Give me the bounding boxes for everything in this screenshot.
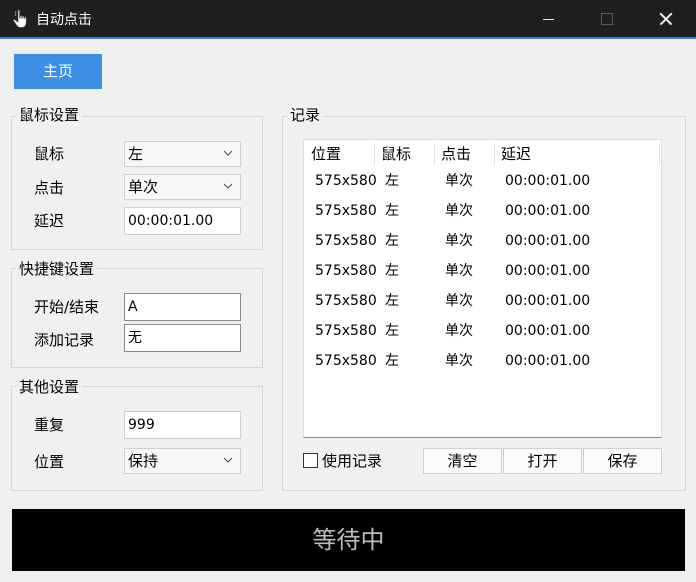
- maximize-button[interactable]: [578, 0, 636, 38]
- cell-delay: 00:00:01.00: [505, 233, 591, 249]
- cell-click: 单次: [445, 353, 473, 369]
- title-accent-line: [0, 37, 696, 39]
- minimize-button[interactable]: [520, 0, 578, 38]
- use-records-checkbox[interactable]: [303, 453, 318, 468]
- cell-mouse: 左: [385, 323, 399, 339]
- mouse-settings-title: 鼠标设置: [16, 105, 83, 125]
- cell-position: 575x580: [315, 323, 377, 339]
- cell-delay: 00:00:01.00: [505, 293, 591, 309]
- cell-click: 单次: [445, 293, 473, 309]
- cell-mouse: 左: [385, 173, 399, 189]
- column-divider[interactable]: [374, 143, 375, 165]
- cell-position: 575x580: [315, 293, 377, 309]
- table-row[interactable]: 575x580 左 单次 00:00:01.00: [304, 261, 659, 291]
- table-row[interactable]: 575x580 左 单次 00:00:01.00: [304, 201, 659, 231]
- home-button[interactable]: 主页: [14, 54, 102, 89]
- column-header-mouse[interactable]: 鼠标: [381, 143, 411, 165]
- hotkey-settings-title: 快捷键设置: [16, 259, 98, 279]
- records-title: 记录: [287, 105, 324, 125]
- cell-delay: 00:00:01.00: [505, 203, 591, 219]
- cell-position: 575x580: [315, 233, 377, 249]
- delay-label: 延迟: [34, 212, 65, 230]
- chevron-down-icon: [223, 457, 233, 463]
- delay-input[interactable]: 00:00:01.00: [124, 207, 241, 235]
- table-row[interactable]: 575x580 左 单次 00:00:01.00: [304, 171, 659, 201]
- click-type-select[interactable]: 单次: [124, 174, 241, 200]
- mouse-button-value: 左: [128, 145, 144, 163]
- table-row[interactable]: 575x580 左 单次 00:00:01.00: [304, 231, 659, 261]
- chevron-down-icon: [223, 150, 233, 156]
- cell-mouse: 左: [385, 203, 399, 219]
- add-record-hotkey-input[interactable]: 无: [124, 324, 241, 352]
- cell-delay: 00:00:01.00: [505, 353, 591, 369]
- table-row[interactable]: 575x580 左 单次 00:00:01.00: [304, 351, 659, 381]
- cell-click: 单次: [445, 173, 473, 189]
- mouse-button-select[interactable]: 左: [124, 141, 241, 167]
- column-header-delay[interactable]: 延迟: [501, 143, 531, 165]
- position-select[interactable]: 保持: [124, 448, 241, 474]
- chevron-down-icon: [223, 183, 233, 189]
- repeat-label: 重复: [34, 416, 65, 434]
- cell-delay: 00:00:01.00: [505, 263, 591, 279]
- use-records-label[interactable]: 使用记录: [322, 451, 382, 471]
- hand-pointer-icon: [13, 9, 27, 28]
- column-header-click[interactable]: 点击: [441, 143, 471, 165]
- column-header-position[interactable]: 位置: [311, 143, 341, 165]
- status-bar[interactable]: 等待中: [12, 509, 685, 571]
- cell-position: 575x580: [315, 173, 377, 189]
- cell-position: 575x580: [315, 353, 377, 369]
- click-type-value: 单次: [128, 178, 159, 196]
- cell-click: 单次: [445, 323, 473, 339]
- column-divider: [659, 143, 660, 165]
- cell-mouse: 左: [385, 263, 399, 279]
- table-row[interactable]: 575x580 左 单次 00:00:01.00: [304, 321, 659, 351]
- cell-mouse: 左: [385, 233, 399, 249]
- save-button[interactable]: 保存: [583, 448, 662, 474]
- close-button[interactable]: [636, 0, 694, 38]
- position-label: 位置: [34, 453, 65, 471]
- cell-click: 单次: [445, 263, 473, 279]
- cell-mouse: 左: [385, 293, 399, 309]
- column-divider[interactable]: [494, 143, 495, 165]
- title-bar: 自动点击: [0, 0, 696, 39]
- cell-delay: 00:00:01.00: [505, 173, 591, 189]
- open-button[interactable]: 打开: [503, 448, 582, 474]
- other-settings-title: 其他设置: [16, 377, 83, 397]
- column-divider[interactable]: [434, 143, 435, 165]
- records-table[interactable]: 位置 鼠标 点击 延迟 575x580 左 单次 00:00:01.00 575…: [303, 139, 662, 438]
- clear-button[interactable]: 清空: [423, 448, 502, 474]
- add-record-label: 添加记录: [34, 331, 95, 349]
- cell-mouse: 左: [385, 353, 399, 369]
- position-value: 保持: [128, 452, 159, 470]
- cell-click: 单次: [445, 203, 473, 219]
- mouse-button-label: 鼠标: [34, 145, 65, 163]
- cell-position: 575x580: [315, 203, 377, 219]
- repeat-input[interactable]: 999: [124, 411, 241, 439]
- cell-click: 单次: [445, 233, 473, 249]
- cell-position: 575x580: [315, 263, 377, 279]
- table-row[interactable]: 575x580 左 单次 00:00:01.00: [304, 291, 659, 321]
- start-stop-hotkey-input[interactable]: A: [124, 293, 241, 321]
- click-type-label: 点击: [34, 179, 65, 197]
- window-title: 自动点击: [36, 12, 92, 28]
- cell-delay: 00:00:01.00: [505, 323, 591, 339]
- start-stop-label: 开始/结束: [34, 298, 100, 316]
